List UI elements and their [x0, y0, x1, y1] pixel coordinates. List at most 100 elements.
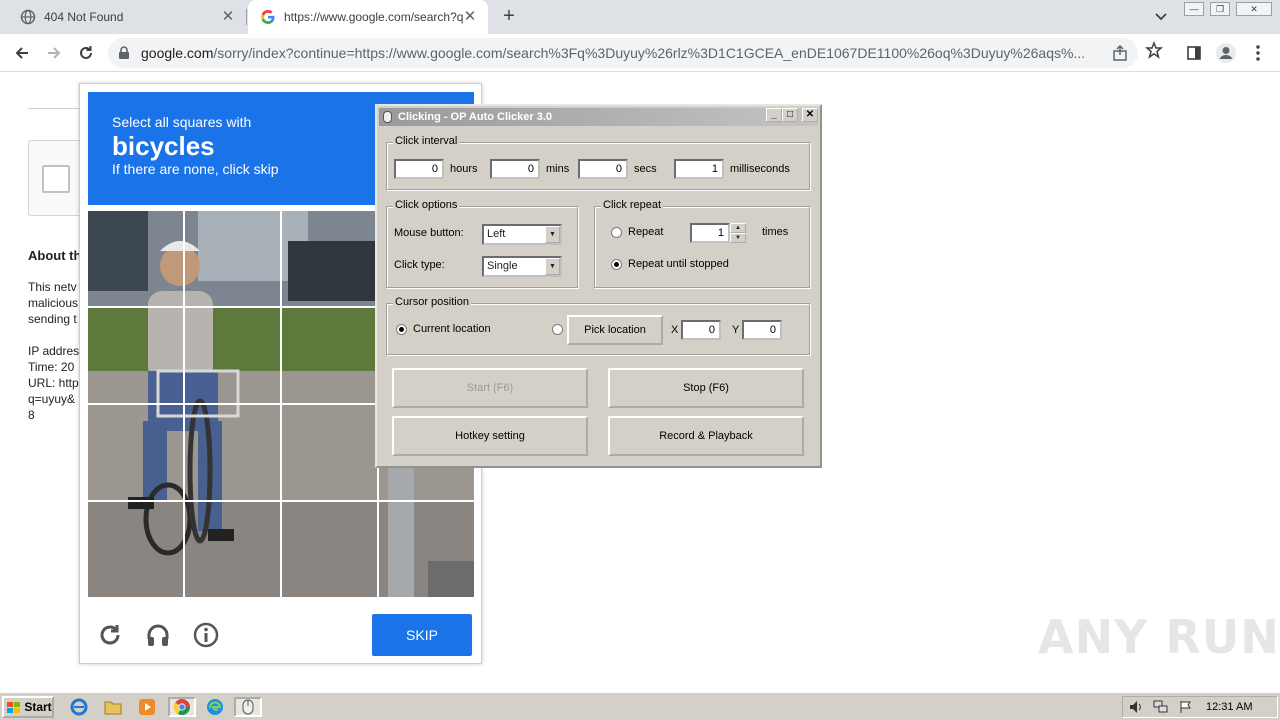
auto-clicker-taskbar-icon[interactable]	[234, 697, 262, 717]
tab-title: 404 Not Found	[44, 10, 124, 24]
url-text[interactable]: google.com/sorry/index?continue=https://…	[141, 45, 1103, 61]
click-type-label: Click type:	[394, 259, 445, 271]
current-location-label: Current location	[413, 323, 491, 335]
repeat-count-input[interactable]: 1	[690, 223, 730, 243]
secs-input[interactable]: 0	[578, 159, 628, 179]
repeat-label: Repeat	[628, 226, 664, 238]
page-text-line: q=uyuy&	[28, 392, 76, 406]
minimize-button[interactable]: —	[1184, 2, 1204, 16]
tab-title: https://www.google.com/search?q=	[284, 10, 464, 24]
side-panel-icon[interactable]	[1182, 41, 1206, 65]
action-center-flag-icon[interactable]	[1179, 700, 1193, 717]
reload-icon[interactable]	[96, 621, 124, 649]
repeat-radio[interactable]	[611, 227, 622, 238]
click-interval-group: Click interval 0 hours 0 mins 0 secs 1 m…	[386, 135, 810, 190]
dropdown-arrow-icon[interactable]: ▼	[545, 226, 560, 243]
start-button[interactable]: Start (F6)	[392, 368, 588, 408]
lock-icon[interactable]	[118, 46, 130, 63]
internet-explorer-icon[interactable]	[68, 697, 90, 717]
folder-icon[interactable]	[102, 697, 124, 717]
repeat-until-stopped-label: Repeat until stopped	[628, 258, 729, 270]
hotkey-setting-button[interactable]: Hotkey setting	[392, 416, 588, 456]
minimize-button[interactable]: _	[766, 108, 782, 122]
click-repeat-group: Click repeat Repeat 1 ▲ ▼ times Repeat u…	[594, 199, 810, 288]
chevron-down-icon[interactable]	[1152, 9, 1170, 25]
mouse-button-label: Mouse button:	[394, 227, 464, 239]
network-icon[interactable]	[1153, 700, 1169, 717]
chrome-icon[interactable]	[168, 697, 196, 717]
auto-clicker-window: Clicking - OP Auto Clicker 3.0 _ □ ✕ Cli…	[375, 104, 822, 468]
cursor-position-group: Cursor position Current location Pick lo…	[386, 296, 810, 355]
close-icon[interactable]: ✕	[220, 9, 236, 25]
window-title-bar[interactable]: Clicking - OP Auto Clicker 3.0	[379, 108, 818, 126]
group-legend: Click repeat	[601, 199, 664, 211]
spin-up-icon[interactable]: ▲	[730, 223, 746, 233]
info-icon[interactable]	[192, 621, 220, 649]
times-label: times	[762, 226, 789, 238]
grid-line	[88, 500, 474, 502]
hours-label: hours	[450, 163, 478, 175]
secs-label: secs	[634, 163, 657, 175]
maximize-button[interactable]: □	[782, 108, 798, 122]
spin-down-icon[interactable]: ▼	[730, 233, 746, 243]
browser-toolbar: google.com/sorry/index?continue=https://…	[0, 34, 1280, 72]
dropdown-arrow-icon[interactable]: ▼	[545, 258, 560, 275]
reload-icon[interactable]	[74, 41, 98, 65]
close-icon[interactable]: ✕	[462, 9, 478, 25]
volume-icon[interactable]	[1129, 700, 1143, 717]
tab-separator	[246, 9, 247, 25]
window-title: Clicking - OP Auto Clicker 3.0	[398, 111, 553, 123]
click-type-select[interactable]: Single ▼	[482, 256, 562, 277]
not-a-robot-checkbox[interactable]	[42, 165, 70, 193]
repeat-spinner[interactable]: ▲ ▼	[730, 223, 746, 243]
group-legend: Cursor position	[393, 296, 471, 308]
mouse-icon	[383, 111, 392, 123]
start-button[interactable]: Start	[2, 696, 54, 718]
share-icon[interactable]	[1111, 44, 1129, 65]
restore-button[interactable]: ❐	[1210, 2, 1230, 16]
milliseconds-input[interactable]: 1	[674, 159, 724, 179]
close-window-button[interactable]: ✕	[1236, 2, 1272, 16]
google-icon	[260, 9, 276, 25]
media-player-icon[interactable]	[136, 697, 158, 717]
group-legend: Click options	[393, 199, 460, 211]
skip-button[interactable]: SKIP	[372, 614, 472, 656]
y-coordinate-input[interactable]: 0	[742, 320, 782, 340]
current-location-radio[interactable]	[396, 324, 407, 335]
mins-label: mins	[546, 163, 570, 175]
tab-google-search[interactable]: https://www.google.com/search?q= ✕	[248, 0, 488, 34]
anyrun-watermark: ANY RUN	[1038, 610, 1280, 664]
headphones-icon[interactable]	[144, 621, 172, 649]
stop-button[interactable]: Stop (F6)	[608, 368, 804, 408]
x-coordinate-input[interactable]: 0	[681, 320, 721, 340]
hours-input[interactable]: 0	[394, 159, 444, 179]
recaptcha-anchor	[28, 140, 84, 216]
repeat-until-stopped-radio[interactable]	[611, 259, 622, 270]
x-label: X	[671, 324, 679, 336]
edge-icon[interactable]	[204, 697, 226, 717]
pick-location-button[interactable]: Pick location	[567, 315, 663, 345]
page-text-line: IP addres	[28, 344, 80, 358]
page-text-line: Time: 20	[28, 360, 75, 374]
page-text-line: malicious	[28, 296, 79, 310]
y-label: Y	[732, 324, 740, 336]
bookmark-star-icon[interactable]	[1145, 40, 1163, 62]
page-text-line: 8	[28, 408, 35, 422]
pick-location-radio[interactable]	[552, 324, 563, 335]
record-playback-button[interactable]: Record & Playback	[608, 416, 804, 456]
system-tray	[1122, 696, 1278, 718]
tab-404-not-found[interactable]: 404 Not Found ✕	[0, 0, 246, 34]
close-window-button[interactable]: ✕	[802, 108, 818, 122]
mouse-button-select[interactable]: Left ▼	[482, 224, 562, 245]
new-tab-button[interactable]: +	[498, 6, 520, 28]
address-bar[interactable]: google.com/sorry/index?continue=https://…	[108, 38, 1138, 68]
divider	[28, 108, 82, 109]
forward-arrow-icon[interactable]	[42, 41, 66, 65]
mins-input[interactable]: 0	[490, 159, 540, 179]
milliseconds-label: milliseconds	[730, 163, 790, 175]
click-options-group: Click options Mouse button: Left ▼ Click…	[386, 199, 578, 288]
more-menu-icon[interactable]	[1246, 41, 1270, 65]
back-arrow-icon[interactable]	[10, 41, 34, 65]
group-legend: Click interval	[393, 135, 460, 147]
profile-avatar-icon[interactable]	[1214, 41, 1238, 65]
